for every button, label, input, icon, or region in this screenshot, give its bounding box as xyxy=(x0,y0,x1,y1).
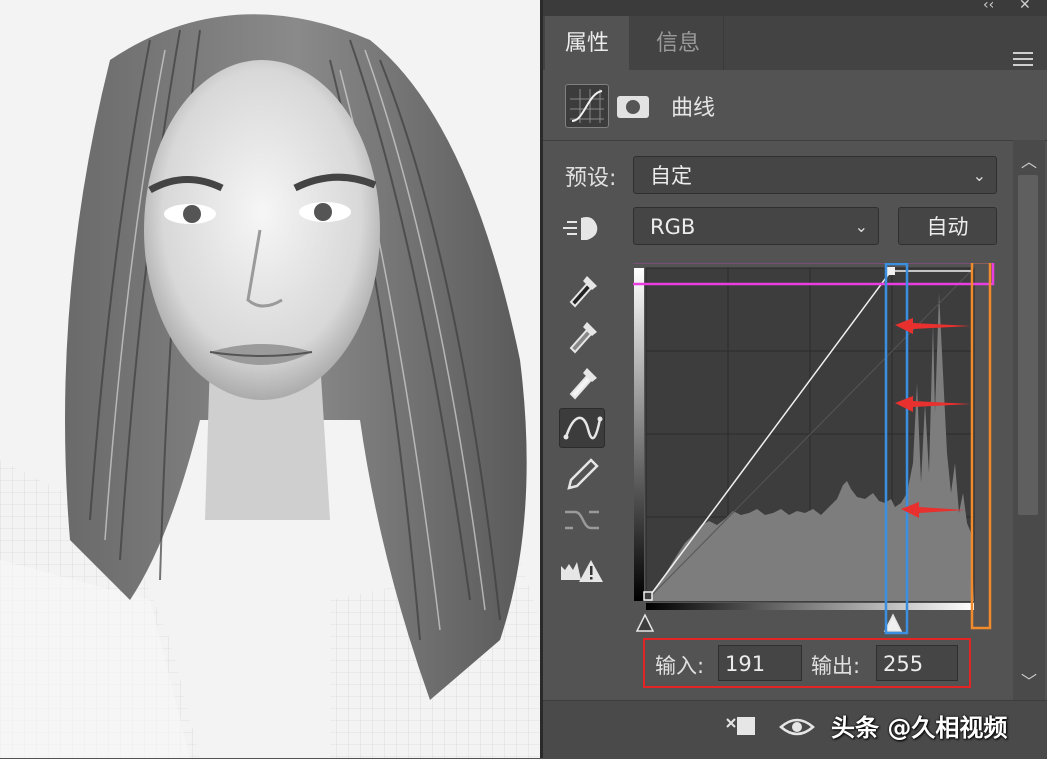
curve-point-selected xyxy=(887,267,895,275)
curves-graph[interactable] xyxy=(625,260,1003,635)
smooth-icon[interactable] xyxy=(559,500,605,540)
scroll-down-icon[interactable]: ﹀ xyxy=(1021,668,1037,692)
input-gradient-bar xyxy=(646,603,974,610)
preset-label: 预设: xyxy=(565,166,617,191)
preset-dropdown[interactable]: 自定 ⌄ xyxy=(633,156,997,194)
clip-to-layer-icon[interactable] xyxy=(723,713,759,741)
curve-point-black xyxy=(643,591,653,601)
portrait-photo xyxy=(0,0,540,758)
image-canvas xyxy=(0,0,540,758)
preset-value: 自定 xyxy=(650,164,692,188)
chevron-down-icon: ⌄ xyxy=(854,217,868,236)
input-label: 输入: xyxy=(655,654,705,678)
pencil-icon[interactable] xyxy=(559,454,605,494)
tab-properties[interactable]: 属性 xyxy=(545,16,629,70)
close-icon[interactable]: ✕ xyxy=(1019,0,1031,13)
output-gradient-bar xyxy=(634,268,644,601)
scrollbar-thumb[interactable] xyxy=(1018,175,1038,515)
targeted-adjustment-icon[interactable] xyxy=(559,208,605,248)
gray-eyedropper-icon[interactable] xyxy=(559,314,605,354)
input-value-field[interactable]: 191 xyxy=(718,645,802,681)
output-label: 输出: xyxy=(811,654,861,678)
output-value-field[interactable]: 255 xyxy=(876,645,958,681)
layer-mask-icon[interactable] xyxy=(617,96,649,118)
clipping-warning-icon[interactable] xyxy=(559,552,605,592)
auto-button[interactable]: 自动 xyxy=(898,207,997,245)
scroll-up-icon[interactable]: ︿ xyxy=(1021,148,1037,172)
white-point-slider xyxy=(883,613,903,632)
collapse-icon[interactable]: ‹‹ xyxy=(983,0,994,13)
adjustment-header: 曲线 xyxy=(543,70,1047,141)
channel-dropdown[interactable]: RGB ⌄ xyxy=(633,207,879,245)
channel-value: RGB xyxy=(650,215,696,239)
tab-info[interactable]: 信息 xyxy=(633,16,724,70)
panel-menu-icon[interactable] xyxy=(1013,52,1033,70)
curve-points-icon[interactable] xyxy=(559,408,605,448)
visibility-eye-icon[interactable] xyxy=(779,713,819,741)
adjustment-title: 曲线 xyxy=(671,96,716,121)
black-point-slider xyxy=(635,613,655,632)
watermark-text: 头条 @久相视频 xyxy=(831,714,1008,742)
panel-top-strip: ‹‹ ✕ xyxy=(543,0,1047,16)
curves-adjustment-icon[interactable] xyxy=(565,84,609,128)
chevron-down-icon: ⌄ xyxy=(972,166,986,185)
black-eyedropper-icon[interactable] xyxy=(559,268,605,308)
white-eyedropper-icon[interactable] xyxy=(559,360,605,400)
tab-bar: 属性 信息 xyxy=(543,16,1047,70)
annotation-orange-box xyxy=(970,260,992,630)
properties-panel: ‹‹ ✕ 属性 信息 曲线 预设: 自定 ⌄ RGB ⌄ 自动 ︿ ﹀ 输入: … xyxy=(543,0,1047,759)
